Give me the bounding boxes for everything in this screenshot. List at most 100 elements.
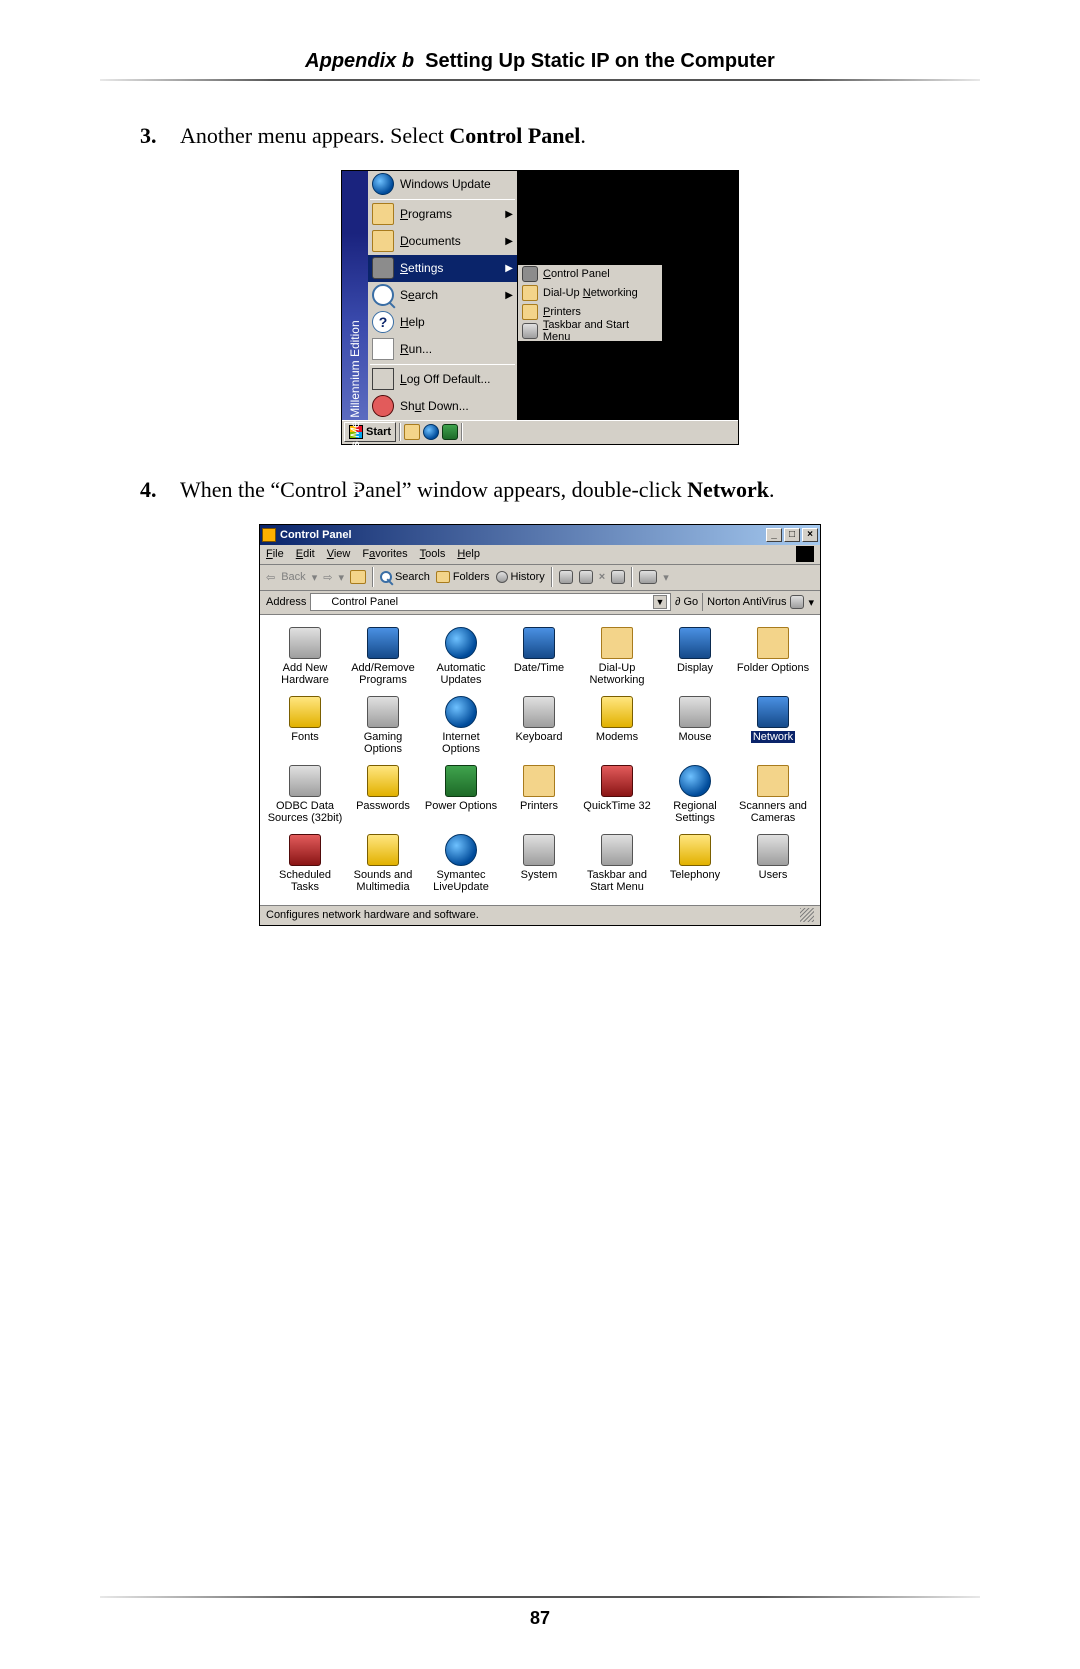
start-menu-item[interactable]: Documents▶ bbox=[368, 228, 517, 255]
history-button[interactable]: History bbox=[496, 571, 545, 583]
cp-item-telephony[interactable]: Telephony bbox=[656, 832, 734, 901]
cp-item-add-remove-programs[interactable]: Add/Remove Programs bbox=[344, 625, 422, 694]
cp-item-scheduled-tasks[interactable]: Scheduled Tasks bbox=[266, 832, 344, 901]
menu-favorites[interactable]: Favorites bbox=[362, 548, 407, 560]
submenu-item[interactable]: Dial-Up Networking bbox=[518, 284, 662, 303]
cp-item-odbc-data-sources-32bit[interactable]: ODBC Data Sources (32bit) bbox=[266, 763, 344, 832]
start-menu-item[interactable]: Settings▶ bbox=[368, 255, 517, 282]
cp-item-label: Network bbox=[751, 731, 795, 743]
cp-item-gaming-options[interactable]: Gaming Options bbox=[344, 694, 422, 763]
cp-item-label: QuickTime 32 bbox=[579, 800, 655, 812]
go-button[interactable]: ∂ Go bbox=[675, 596, 698, 608]
quicklaunch-icon[interactable] bbox=[423, 424, 439, 440]
start-menu-item[interactable]: Shut Down... bbox=[368, 393, 517, 420]
cp-item-icon bbox=[367, 627, 399, 659]
header-rule bbox=[100, 79, 980, 81]
cp-item-mouse[interactable]: Mouse bbox=[656, 694, 734, 763]
cp-item-label: Internet Options bbox=[423, 731, 499, 755]
cp-item-scanners-and-cameras[interactable]: Scanners and Cameras bbox=[734, 763, 812, 832]
start-menu-item[interactable]: Log Off Default... bbox=[368, 366, 517, 393]
cp-item-modems[interactable]: Modems bbox=[578, 694, 656, 763]
cp-item-icon bbox=[523, 627, 555, 659]
search-button[interactable]: Search bbox=[380, 571, 430, 583]
folders-button[interactable]: Folders bbox=[436, 571, 490, 583]
throbber-icon bbox=[796, 546, 814, 562]
cp-item-folder-options[interactable]: Folder Options bbox=[734, 625, 812, 694]
back-button[interactable]: Back bbox=[281, 571, 305, 583]
icon-area: Add New HardwareAdd/Remove ProgramsAutom… bbox=[260, 615, 820, 905]
cp-item-display[interactable]: Display bbox=[656, 625, 734, 694]
address-combo[interactable]: Control Panel ▼ bbox=[310, 593, 671, 611]
views-button[interactable] bbox=[639, 570, 657, 584]
cp-item-symantec-liveupdate[interactable]: Symantec LiveUpdate bbox=[422, 832, 500, 901]
start-menu-item[interactable]: Search▶ bbox=[368, 282, 517, 309]
up-button[interactable] bbox=[350, 570, 366, 584]
menu-file[interactable]: File bbox=[266, 548, 284, 560]
norton-icon[interactable] bbox=[790, 595, 804, 609]
grey-icon bbox=[522, 323, 538, 339]
resize-grip[interactable] bbox=[800, 908, 814, 922]
start-menu-item[interactable]: ?Help bbox=[368, 309, 517, 336]
cp-item-icon bbox=[757, 696, 789, 728]
cp-item-icon bbox=[757, 834, 789, 866]
quicklaunch-icon[interactable] bbox=[442, 424, 458, 440]
cp-item-label: Date/Time bbox=[501, 662, 577, 674]
cp-item-fonts[interactable]: Fonts bbox=[266, 694, 344, 763]
cp-item-passwords[interactable]: Passwords bbox=[344, 763, 422, 832]
cp-item-label: Sounds and Multimedia bbox=[345, 869, 421, 893]
menu-tools[interactable]: Tools bbox=[420, 548, 446, 560]
cp-item-dial-up-networking[interactable]: Dial-Up Networking bbox=[578, 625, 656, 694]
cp-item-sounds-and-multimedia[interactable]: Sounds and Multimedia bbox=[344, 832, 422, 901]
toolbar-icon[interactable] bbox=[611, 570, 625, 584]
cp-item-printers[interactable]: Printers bbox=[500, 763, 578, 832]
cp-item-users[interactable]: Users bbox=[734, 832, 812, 901]
cp-item-date-time[interactable]: Date/Time bbox=[500, 625, 578, 694]
instruction-step: 4. When the “Control Panel” window appea… bbox=[140, 475, 980, 506]
heading-title: Setting Up Static IP on the Computer bbox=[425, 50, 775, 72]
menu-help[interactable]: Help bbox=[457, 548, 480, 560]
toolbar-icon[interactable] bbox=[579, 570, 593, 584]
start-menu-item[interactable]: Programs▶ bbox=[368, 201, 517, 228]
menu-edit[interactable]: Edit bbox=[296, 548, 315, 560]
cp-item-label: Users bbox=[735, 869, 811, 881]
cp-item-label: Gaming Options bbox=[345, 731, 421, 755]
submenu-item[interactable]: Taskbar and Start Menu bbox=[518, 322, 662, 341]
submenu-arrow-icon: ▶ bbox=[505, 263, 513, 274]
cp-item-quicktime-32[interactable]: QuickTime 32 bbox=[578, 763, 656, 832]
instruction-step: 3. Another menu appears. Select Control … bbox=[140, 121, 980, 152]
quicklaunch-icon[interactable] bbox=[404, 424, 420, 440]
toolbar-icon[interactable] bbox=[559, 570, 573, 584]
cp-item-taskbar-and-start-menu[interactable]: Taskbar and Start Menu bbox=[578, 832, 656, 901]
cp-item-network[interactable]: Network bbox=[734, 694, 812, 763]
menu-view[interactable]: View bbox=[327, 548, 351, 560]
start-menu-banner: Windows Me Millennium Edition bbox=[342, 171, 368, 420]
maximize-button[interactable]: □ bbox=[784, 528, 800, 542]
question-icon: ? bbox=[372, 311, 394, 333]
cp-item-regional-settings[interactable]: Regional Settings bbox=[656, 763, 734, 832]
start-menu-item[interactable]: Windows Update bbox=[368, 171, 517, 198]
cp-item-icon bbox=[367, 696, 399, 728]
cp-item-icon bbox=[445, 765, 477, 797]
dropdown-icon[interactable]: ▼ bbox=[653, 595, 667, 609]
cp-item-icon bbox=[601, 765, 633, 797]
start-menu-item[interactable]: Run... bbox=[368, 336, 517, 363]
gear-icon bbox=[372, 257, 394, 279]
folder-icon bbox=[372, 203, 394, 225]
step-text: When the “Control Panel” window appears,… bbox=[180, 475, 774, 506]
cp-item-label: Modems bbox=[579, 731, 655, 743]
cp-item-system[interactable]: System bbox=[500, 832, 578, 901]
cp-item-icon bbox=[367, 765, 399, 797]
cp-item-icon bbox=[289, 765, 321, 797]
menu-item-label: Shut Down... bbox=[400, 399, 469, 413]
submenu-item[interactable]: Control Panel bbox=[518, 265, 662, 284]
cp-item-label: ODBC Data Sources (32bit) bbox=[267, 800, 343, 824]
cp-item-label: Scheduled Tasks bbox=[267, 869, 343, 893]
window-titlebar: Control Panel _ □ × bbox=[260, 525, 820, 545]
cp-item-add-new-hardware[interactable]: Add New Hardware bbox=[266, 625, 344, 694]
minimize-button[interactable]: _ bbox=[766, 528, 782, 542]
cp-item-automatic-updates[interactable]: Automatic Updates bbox=[422, 625, 500, 694]
cp-item-power-options[interactable]: Power Options bbox=[422, 763, 500, 832]
cp-item-keyboard[interactable]: Keyboard bbox=[500, 694, 578, 763]
close-button[interactable]: × bbox=[802, 528, 818, 542]
cp-item-internet-options[interactable]: Internet Options bbox=[422, 694, 500, 763]
